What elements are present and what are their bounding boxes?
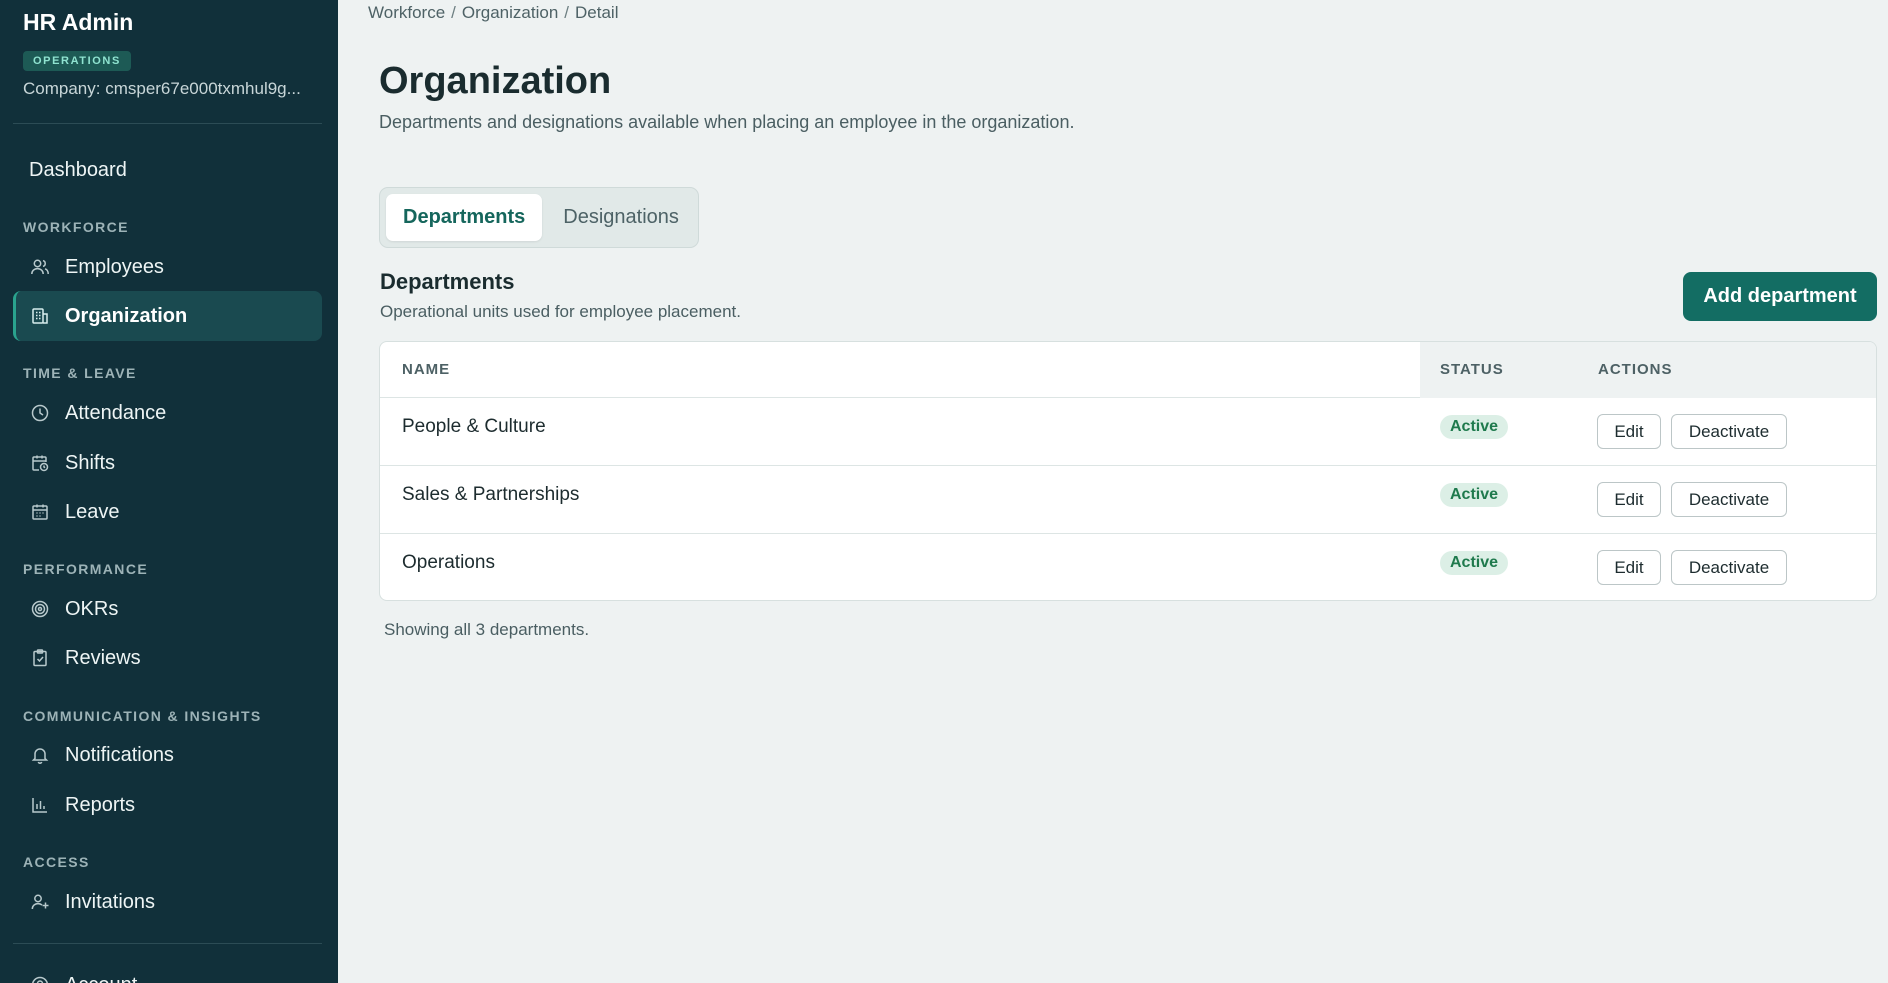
- column-header-actions: ACTIONS: [1598, 361, 1673, 378]
- results-count: Showing all 3 departments.: [384, 620, 590, 639]
- user-plus-icon: [29, 891, 51, 913]
- nav-section-communication: COMMUNICATION & INSIGHTS: [23, 708, 262, 724]
- sidebar-item-shifts[interactable]: Shifts: [13, 438, 322, 488]
- nav-section-workforce: WORKFORCE: [23, 219, 129, 235]
- department-name: People & Culture: [402, 416, 546, 437]
- role-badge: OPERATIONS: [23, 51, 131, 71]
- app-title: HR Admin: [23, 9, 134, 35]
- building-icon: [29, 305, 51, 327]
- breadcrumb-separator: /: [564, 3, 570, 22]
- sidebar-item-employees[interactable]: Employees: [13, 242, 322, 292]
- breadcrumb-separator: /: [451, 3, 456, 22]
- tab-departments[interactable]: Departments: [386, 194, 543, 241]
- add-department-button[interactable]: Add department: [1683, 272, 1877, 321]
- breadcrumb-item[interactable]: Organization: [462, 3, 558, 23]
- target-icon: [29, 598, 51, 620]
- sidebar-item-label: Notifications: [65, 743, 174, 766]
- sidebar-item-label: Account: [65, 974, 137, 983]
- sidebar-item-label: Employees: [65, 255, 164, 278]
- section-subtitle: Operational units used for employee plac…: [380, 302, 741, 321]
- clock-icon: [29, 402, 51, 424]
- department-name: Operations: [402, 552, 495, 573]
- deactivate-button[interactable]: Deactivate: [1671, 550, 1787, 585]
- breadcrumb-item-current: Detail: [575, 3, 619, 22]
- tab-designations[interactable]: Designations: [546, 194, 696, 241]
- sidebar-item-notifications[interactable]: Notifications: [13, 730, 322, 780]
- status-badge: Active: [1440, 551, 1509, 575]
- nav-section-access: ACCESS: [23, 854, 90, 870]
- departments-table: NAME STATUS ACTIONS People & Culture Act…: [379, 341, 1877, 601]
- company-name: Company: cmsper67e000txmhul9g...: [23, 79, 301, 98]
- column-header-name[interactable]: NAME: [402, 361, 450, 378]
- sidebar-item-label: Leave: [65, 500, 120, 523]
- sidebar-item-reviews[interactable]: Reviews: [13, 633, 322, 683]
- users-icon: [29, 256, 51, 278]
- table-row: Operations Active Edit Deactivate: [380, 534, 1876, 600]
- sidebar-item-label: Reports: [65, 793, 136, 816]
- sidebar-item-label: Shifts: [65, 451, 116, 474]
- sidebar-item-label: Organization: [65, 304, 188, 327]
- table-header: NAME STATUS ACTIONS: [380, 342, 1876, 398]
- sidebar-item-label: Invitations: [65, 890, 156, 913]
- edit-button[interactable]: Edit: [1597, 414, 1661, 449]
- breadcrumb: Workforce / Organization / Detail: [368, 3, 618, 23]
- page-subtitle: Departments and designations available w…: [379, 112, 1075, 132]
- table-row: People & Culture Active Edit Deactivate: [380, 398, 1876, 466]
- bell-icon: [29, 744, 51, 766]
- sidebar-item-label: OKRs: [65, 597, 119, 620]
- nav-section-time-leave: TIME & LEAVE: [23, 365, 137, 381]
- calendar-icon: [29, 501, 51, 523]
- sidebar: HR Admin OPERATIONS Company: cmsper67e00…: [0, 0, 338, 983]
- sidebar-item-reports[interactable]: Reports: [13, 780, 322, 830]
- column-header-status[interactable]: STATUS: [1440, 361, 1504, 378]
- sidebar-item-leave[interactable]: Leave: [13, 487, 322, 537]
- sidebar-item-okrs[interactable]: OKRs: [13, 584, 322, 634]
- sidebar-item-dashboard[interactable]: Dashboard: [13, 145, 322, 195]
- page-title: Organization: [379, 60, 612, 102]
- sidebar-item-attendance[interactable]: Attendance: [13, 388, 322, 438]
- department-name: Sales & Partnerships: [402, 484, 580, 505]
- status-badge: Active: [1440, 415, 1509, 439]
- user-circle-icon: [29, 974, 51, 983]
- sidebar-divider: [13, 943, 322, 944]
- status-badge: Active: [1440, 483, 1509, 507]
- bar-chart-icon: [29, 794, 51, 816]
- sidebar-item-label: Reviews: [65, 646, 141, 669]
- table-row: Sales & Partnerships Active Edit Deactiv…: [380, 466, 1876, 534]
- sidebar-item-account[interactable]: Account: [13, 960, 322, 983]
- edit-button[interactable]: Edit: [1597, 550, 1661, 585]
- section-title: Departments: [380, 269, 515, 294]
- sidebar-item-organization[interactable]: Organization: [13, 291, 322, 341]
- sidebar-item-invitations[interactable]: Invitations: [13, 877, 322, 927]
- calendar-clock-icon: [29, 452, 51, 474]
- sidebar-divider: [13, 123, 322, 124]
- tab-bar: Departments Designations: [379, 187, 699, 248]
- sidebar-item-label: Dashboard: [29, 158, 127, 181]
- deactivate-button[interactable]: Deactivate: [1671, 414, 1787, 449]
- nav-section-performance: PERFORMANCE: [23, 561, 149, 577]
- breadcrumb-item[interactable]: Workforce: [368, 3, 445, 23]
- deactivate-button[interactable]: Deactivate: [1671, 482, 1787, 517]
- edit-button[interactable]: Edit: [1597, 482, 1661, 517]
- clipboard-check-icon: [29, 647, 51, 669]
- sidebar-item-label: Attendance: [65, 401, 167, 424]
